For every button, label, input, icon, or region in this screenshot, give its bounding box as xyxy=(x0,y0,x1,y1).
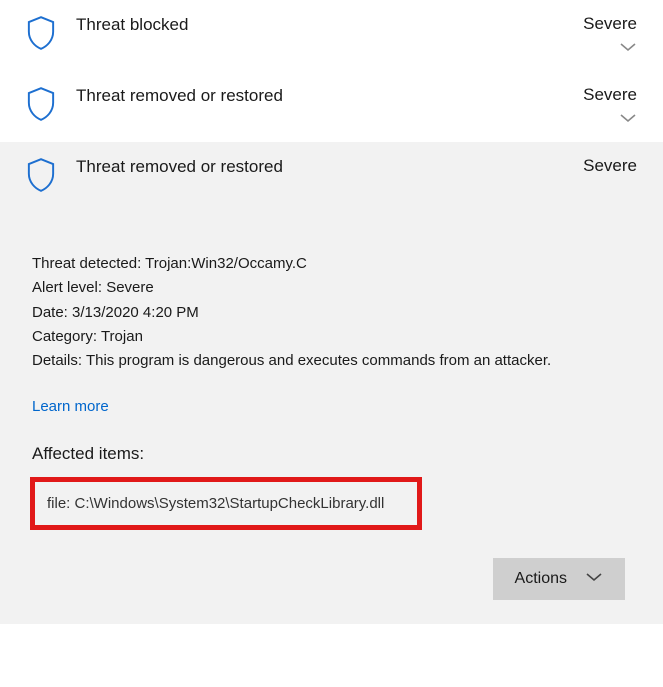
chevron-down-icon[interactable] xyxy=(619,40,637,57)
threat-head: Threat blocked Severe xyxy=(26,14,637,57)
details-value: This program is dangerous and executes c… xyxy=(86,352,551,369)
threat-title: Threat blocked xyxy=(76,14,567,36)
threat-item[interactable]: Threat removed or restored Severe xyxy=(0,71,663,142)
threat-title-col: Threat removed or restored xyxy=(76,156,567,178)
details-label: Details: xyxy=(32,352,82,369)
detected-label: Threat detected: xyxy=(32,255,141,272)
threat-title: Threat removed or restored xyxy=(76,156,567,178)
detail-category: Category: Trojan xyxy=(32,325,631,348)
threat-severity: Severe xyxy=(583,85,637,105)
detail-date: Date: 3/13/2020 4:20 PM xyxy=(32,301,631,324)
alert-label: Alert level: xyxy=(32,279,102,296)
date-label: Date: xyxy=(32,304,68,321)
threat-title: Threat removed or restored xyxy=(76,85,567,107)
detected-value: Trojan:Win32/Occamy.C xyxy=(145,255,307,272)
threat-title-col: Threat blocked xyxy=(76,14,567,36)
detail-details: Details: This program is dangerous and e… xyxy=(32,349,631,372)
threat-head: Threat removed or restored Severe xyxy=(26,85,637,128)
affected-item-highlight: file: C:\Windows\System32\StartupCheckLi… xyxy=(30,477,422,530)
affected-items-heading: Affected items: xyxy=(32,441,631,467)
affected-item-path: file: C:\Windows\System32\StartupCheckLi… xyxy=(47,492,405,515)
date-value: 3/13/2020 4:20 PM xyxy=(72,304,199,321)
alert-value: Severe xyxy=(106,279,154,296)
shield-icon xyxy=(26,16,56,50)
learn-more-link[interactable]: Learn more xyxy=(32,395,109,418)
shield-icon xyxy=(26,158,56,192)
category-value: Trojan xyxy=(101,328,143,345)
threat-severity: Severe xyxy=(583,156,637,176)
actions-label: Actions xyxy=(515,570,567,588)
threat-details: Threat detected: Trojan:Win32/Occamy.C A… xyxy=(26,192,637,600)
threat-history-panel: Threat blocked Severe Threat removed or … xyxy=(0,0,663,624)
threat-right-col: Severe xyxy=(567,85,637,128)
threat-item[interactable]: Threat blocked Severe xyxy=(0,0,663,71)
threat-right-col: Severe xyxy=(567,156,637,176)
category-label: Category: xyxy=(32,328,97,345)
threat-severity: Severe xyxy=(583,14,637,34)
threat-head[interactable]: Threat removed or restored Severe xyxy=(26,156,637,192)
detail-alert-level: Alert level: Severe xyxy=(32,276,631,299)
actions-button[interactable]: Actions xyxy=(493,558,625,600)
chevron-down-icon[interactable] xyxy=(619,111,637,128)
chevron-down-icon xyxy=(585,570,603,588)
actions-row: Actions xyxy=(32,558,631,600)
threat-item-expanded: Threat removed or restored Severe Threat… xyxy=(0,142,663,624)
detail-detected: Threat detected: Trojan:Win32/Occamy.C xyxy=(32,252,631,275)
shield-icon xyxy=(26,87,56,121)
threat-title-col: Threat removed or restored xyxy=(76,85,567,107)
threat-right-col: Severe xyxy=(567,14,637,57)
